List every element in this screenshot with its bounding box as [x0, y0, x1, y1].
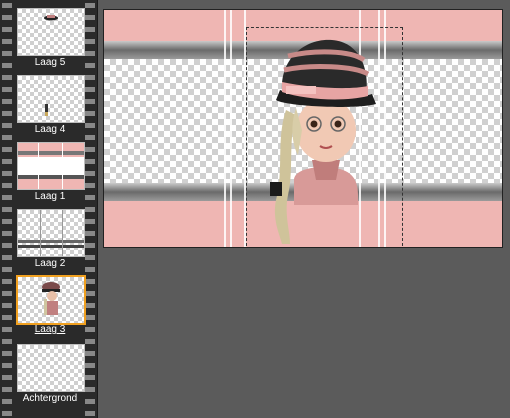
layer-preview	[17, 209, 85, 257]
layer-preview	[17, 142, 85, 190]
layer-preview	[17, 75, 85, 123]
film-perforation-left	[2, 0, 12, 418]
hat-thumbnail-icon	[44, 15, 58, 21]
film-perforation-right	[85, 0, 95, 418]
document-canvas[interactable]	[103, 9, 503, 248]
figure-small-icon	[45, 104, 48, 116]
layer-label: Laag 1	[34, 191, 66, 202]
layer-label: Laag 3	[34, 324, 66, 335]
layer-thumbnail-laag-3[interactable]: Laag 3	[15, 275, 86, 335]
design-thumbnail-icon	[18, 143, 84, 189]
girl-tube-image	[270, 39, 376, 244]
layer-thumbnail-laag-4[interactable]: Laag 4	[15, 75, 85, 135]
layer-label: Laag 5	[34, 57, 66, 68]
layers-palette: Laag 5 Laag 4 Laag 1 Laag 2 Laag 3 Achte…	[0, 0, 98, 418]
layer-thumbnail-laag-1[interactable]: Laag 1	[15, 142, 85, 202]
layer-label: Laag 2	[34, 258, 66, 269]
vertical-line	[224, 10, 226, 247]
layer-preview	[16, 275, 86, 325]
bands-thumbnail-icon	[18, 210, 84, 256]
girl-thumbnail-icon	[42, 282, 60, 315]
vertical-line	[230, 10, 232, 247]
layer-thumbnail-laag-5[interactable]: Laag 5	[15, 8, 85, 68]
layer-thumbnail-laag-2[interactable]: Laag 2	[15, 209, 85, 269]
layer-preview	[17, 344, 85, 392]
layer-label: Laag 4	[34, 124, 66, 135]
layer-preview	[17, 8, 85, 56]
layer-thumbnail-achtergrond[interactable]: Achtergrond	[15, 344, 85, 404]
layer-label: Achtergrond	[22, 393, 78, 404]
